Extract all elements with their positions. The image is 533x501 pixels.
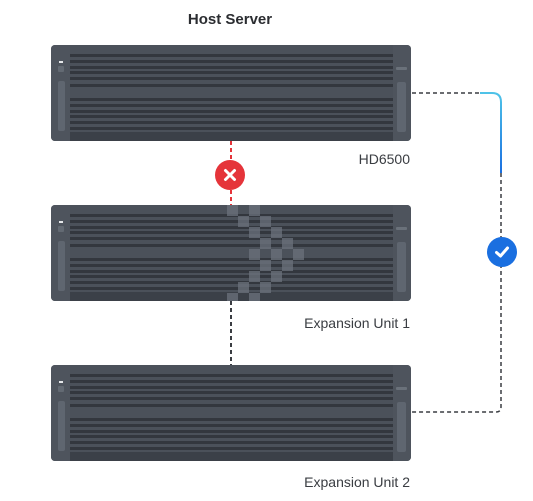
host-server-unit[interactable] <box>51 45 411 141</box>
expansion-unit-1[interactable] <box>51 205 411 301</box>
drive-slot-icon <box>58 241 65 291</box>
drive-slot-icon <box>58 81 65 131</box>
vent-grille <box>70 51 393 133</box>
pixel-chevron-icon <box>227 205 304 301</box>
diagram-title: Host Server <box>187 11 273 28</box>
drive-slot-icon <box>58 401 65 451</box>
expansion-unit-2-label: Expansion Unit 2 <box>304 474 410 490</box>
expansion-unit-2[interactable] <box>51 365 411 461</box>
connection-error-badge[interactable] <box>215 160 245 190</box>
expansion-unit-1-label: Expansion Unit 1 <box>304 315 410 331</box>
vent-grille <box>70 371 393 453</box>
drive-slot-icon <box>397 82 406 132</box>
active-link-line <box>480 92 502 173</box>
power-button-icon <box>58 226 64 232</box>
host-server-label: HD6500 <box>358 151 410 167</box>
connection-success-badge[interactable] <box>487 237 517 267</box>
indicator-bar-icon <box>396 227 407 230</box>
indicator-bar-icon <box>396 387 407 390</box>
power-button-icon <box>58 66 64 72</box>
indicator-bar-icon <box>396 67 407 70</box>
power-button-icon <box>58 386 64 392</box>
error-x-icon <box>224 169 236 181</box>
check-icon <box>495 246 509 258</box>
power-led-icon <box>59 221 63 223</box>
power-led-icon <box>59 61 63 63</box>
exp2-return-dashed-line <box>412 173 502 413</box>
power-led-icon <box>59 381 63 383</box>
drive-slot-icon <box>397 242 406 292</box>
drive-slot-icon <box>397 402 406 452</box>
